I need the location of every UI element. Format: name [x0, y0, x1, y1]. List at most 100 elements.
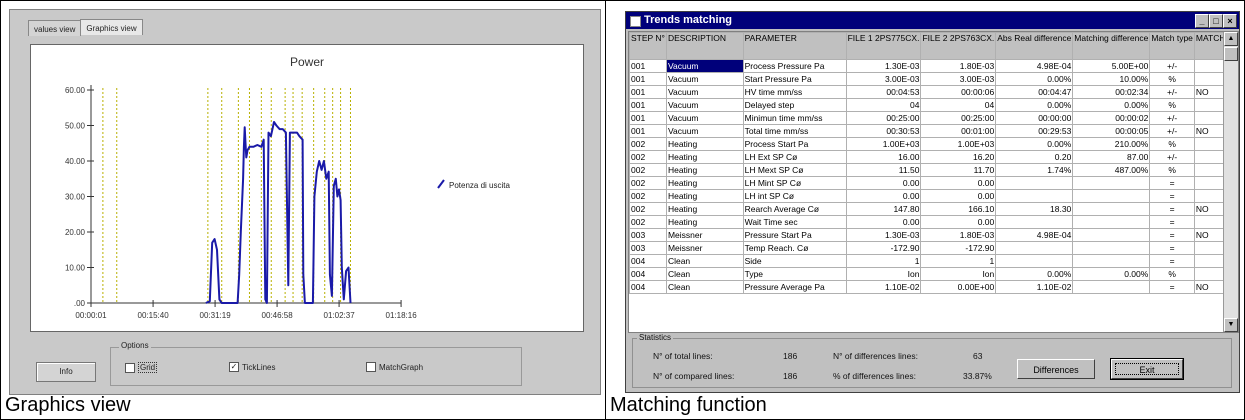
- table-cell[interactable]: 00:00:00: [995, 111, 1074, 125]
- table-cell[interactable]: Vacuum: [665, 72, 744, 86]
- table-row[interactable]: 001 Vacuum Process Pressure Pa 1.30E-03 1.80…: [629, 59, 1238, 73]
- table-cell[interactable]: 0.00%: [1072, 98, 1151, 112]
- table-row[interactable]: 001 Vacuum Total time mm/ss 00:30:53 00:01:0…: [629, 124, 1238, 138]
- table-cell[interactable]: [1072, 280, 1151, 294]
- table-cell[interactable]: 0.00: [920, 189, 997, 203]
- table-cell[interactable]: 210.00%: [1072, 137, 1151, 151]
- table-cell[interactable]: Type: [742, 267, 847, 281]
- table-cell[interactable]: Rearch Average Cø: [742, 202, 847, 216]
- table-cell[interactable]: 3.00E-03: [920, 72, 997, 86]
- table-cell[interactable]: [1072, 189, 1151, 203]
- table-cell[interactable]: 002: [629, 163, 667, 177]
- table-cell[interactable]: -172.90: [845, 241, 922, 255]
- table-cell[interactable]: Clean: [665, 254, 744, 268]
- table-row[interactable]: 002 Heating LH Mint SP Cø 0.00 0.00 =: [629, 176, 1238, 190]
- table-cell[interactable]: 002: [629, 215, 667, 229]
- table-row[interactable]: 002 Heating LH Mext SP Cø 11.50 11.70 1.74% 48…: [629, 163, 1238, 177]
- table-cell[interactable]: 0.00%: [995, 98, 1074, 112]
- table-cell[interactable]: 0.20: [995, 150, 1074, 164]
- table-cell[interactable]: 001: [629, 85, 667, 99]
- table-cell[interactable]: =: [1149, 189, 1195, 203]
- table-cell[interactable]: 5.00E+00: [1072, 59, 1151, 73]
- table-cell[interactable]: Temp Reach. Cø: [742, 241, 847, 255]
- table-cell[interactable]: Clean: [665, 267, 744, 281]
- table-cell[interactable]: Clean: [665, 280, 744, 294]
- table-cell[interactable]: 0.00: [845, 215, 922, 229]
- table-cell[interactable]: Pressure Start Pa: [742, 228, 847, 242]
- table-cell[interactable]: Heating: [665, 137, 744, 151]
- table-cell[interactable]: Vacuum: [665, 59, 744, 73]
- table-cell[interactable]: =: [1149, 215, 1195, 229]
- table-cell[interactable]: 87.00: [1072, 150, 1151, 164]
- table-cell[interactable]: 3.00E-03: [845, 72, 922, 86]
- close-icon[interactable]: ×: [1223, 14, 1237, 28]
- vertical-scrollbar[interactable]: ▲ ▼: [1223, 32, 1238, 332]
- table-cell[interactable]: 10.00%: [1072, 72, 1151, 86]
- table-row[interactable]: 002 Heating LH int SP Cø 0.00 0.00 =: [629, 189, 1238, 203]
- table-cell[interactable]: [995, 215, 1074, 229]
- table-cell[interactable]: 00:29:53: [995, 124, 1074, 138]
- table-cell[interactable]: 00:00:02: [1072, 111, 1151, 125]
- table-row[interactable]: 004 Clean Pressure Average Pa 1.10E-02 0.00E…: [629, 280, 1238, 294]
- table-cell[interactable]: 002: [629, 137, 667, 151]
- table-cell[interactable]: 1: [845, 254, 922, 268]
- table-cell[interactable]: Pressure Average Pa: [742, 280, 847, 294]
- table-cell[interactable]: 4.98E-04: [995, 59, 1074, 73]
- table-cell[interactable]: [995, 176, 1074, 190]
- table-cell[interactable]: 04: [845, 98, 922, 112]
- table-cell[interactable]: Heating: [665, 202, 744, 216]
- table-row[interactable]: 002 Heating Process Start Pa 1.00E+03 1.00E+…: [629, 137, 1238, 151]
- table-row[interactable]: 002 Heating Rearch Average Cø 147.80 166.10 1…: [629, 202, 1238, 216]
- table-cell[interactable]: Vacuum: [665, 85, 744, 99]
- matchgraph-checkbox[interactable]: MatchGraph: [366, 362, 423, 372]
- table-cell[interactable]: 1.10E-02: [995, 280, 1074, 294]
- table-cell[interactable]: =: [1149, 228, 1195, 242]
- table-cell[interactable]: =: [1149, 254, 1195, 268]
- table-cell[interactable]: 18.30: [995, 202, 1074, 216]
- table-cell[interactable]: 16.20: [920, 150, 997, 164]
- table-cell[interactable]: 003: [629, 228, 667, 242]
- grid-checkbox-box[interactable]: [125, 362, 135, 373]
- table-cell[interactable]: Heating: [665, 189, 744, 203]
- table-cell[interactable]: %: [1149, 98, 1195, 112]
- table-row[interactable]: 002 Heating LH Ext SP Cø 16.00 16.20 0.20 87.0…: [629, 150, 1238, 164]
- table-cell[interactable]: Heating: [665, 163, 744, 177]
- ticklines-checkbox[interactable]: ✓ TickLines: [229, 362, 276, 372]
- table-cell[interactable]: 1.80E-03: [920, 59, 997, 73]
- table-cell[interactable]: 1.30E-03: [845, 59, 922, 73]
- table-cell[interactable]: 002: [629, 202, 667, 216]
- table-cell[interactable]: Delayed step: [742, 98, 847, 112]
- table-cell[interactable]: Side: [742, 254, 847, 268]
- table-cell[interactable]: 004: [629, 254, 667, 268]
- table-cell[interactable]: 11.70: [920, 163, 997, 177]
- table-cell[interactable]: %: [1149, 267, 1195, 281]
- tab-values-view[interactable]: values view: [28, 20, 82, 36]
- table-cell[interactable]: [1072, 176, 1151, 190]
- table-cell[interactable]: 1.30E-03: [845, 228, 922, 242]
- table-cell[interactable]: 147.80: [845, 202, 922, 216]
- table-cell[interactable]: Minimun time mm/ss: [742, 111, 847, 125]
- table-cell[interactable]: Heating: [665, 150, 744, 164]
- table-row[interactable]: 004 Clean Side 1 1 =: [629, 254, 1238, 268]
- minimize-icon[interactable]: _: [1195, 14, 1209, 28]
- table-cell[interactable]: %: [1149, 137, 1195, 151]
- table-cell[interactable]: Vacuum: [665, 124, 744, 138]
- table-cell[interactable]: 04: [920, 98, 997, 112]
- table-cell[interactable]: 00:04:53: [845, 85, 922, 99]
- table-cell[interactable]: [1072, 228, 1151, 242]
- table-row[interactable]: 003 Meissner Temp Reach. Cø -172.90 -172.90 =: [629, 241, 1238, 255]
- ticklines-checkbox-box[interactable]: ✓: [229, 362, 239, 372]
- table-cell[interactable]: 0.00E+00: [920, 280, 997, 294]
- table-cell[interactable]: [995, 254, 1074, 268]
- table-cell[interactable]: Total time mm/ss: [742, 124, 847, 138]
- exit-button[interactable]: Exit: [1110, 358, 1184, 380]
- table-cell[interactable]: 11.50: [845, 163, 922, 177]
- table-cell[interactable]: 004: [629, 280, 667, 294]
- table-cell[interactable]: +/-: [1149, 111, 1195, 125]
- table-cell[interactable]: 004: [629, 267, 667, 281]
- table-row[interactable]: 001 Vacuum Delayed step 04 04 0.00% 0.00%%: [629, 98, 1238, 112]
- table-cell[interactable]: [1072, 241, 1151, 255]
- table-cell[interactable]: 001: [629, 124, 667, 138]
- table-cell[interactable]: 166.10: [920, 202, 997, 216]
- table-cell[interactable]: 1.80E-03: [920, 228, 997, 242]
